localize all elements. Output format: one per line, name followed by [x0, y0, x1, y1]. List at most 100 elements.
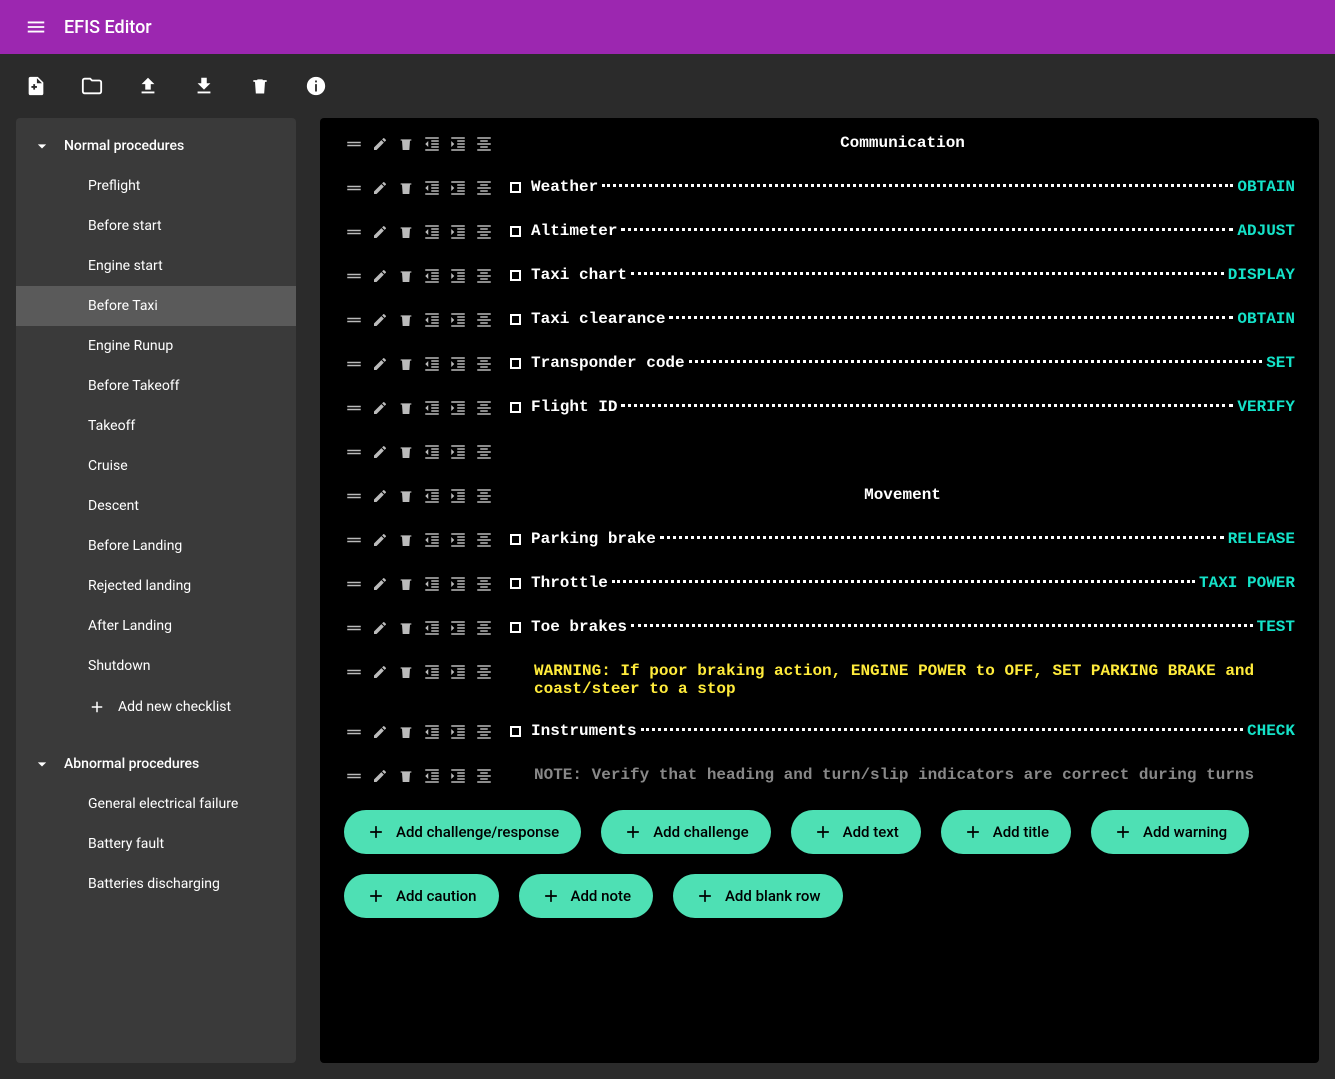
edit-button[interactable] — [370, 722, 390, 742]
row-delete-button[interactable] — [396, 222, 416, 242]
indent-button[interactable] — [448, 134, 468, 154]
center-button[interactable] — [474, 222, 494, 242]
outdent-button[interactable] — [422, 134, 442, 154]
indent-button[interactable] — [448, 662, 468, 682]
menu-button[interactable] — [16, 7, 56, 47]
edit-button[interactable] — [370, 134, 390, 154]
indent-button[interactable] — [448, 766, 468, 786]
center-button[interactable] — [474, 722, 494, 742]
row-delete-button[interactable] — [396, 618, 416, 638]
center-button[interactable] — [474, 134, 494, 154]
center-button[interactable] — [474, 574, 494, 594]
sidebar-item[interactable]: Preflight — [16, 166, 296, 206]
sidebar-item[interactable]: Engine Runup — [16, 326, 296, 366]
center-button[interactable] — [474, 442, 494, 462]
indent-button[interactable] — [448, 574, 468, 594]
outdent-button[interactable] — [422, 354, 442, 374]
sidebar-item[interactable]: Before Takeoff — [16, 366, 296, 406]
edit-button[interactable] — [370, 266, 390, 286]
drag-handle[interactable] — [344, 766, 364, 786]
outdent-button[interactable] — [422, 722, 442, 742]
indent-button[interactable] — [448, 222, 468, 242]
add-button[interactable]: Add blank row — [673, 874, 843, 918]
sidebar-item[interactable]: Rejected landing — [16, 566, 296, 606]
indent-button[interactable] — [448, 398, 468, 418]
indent-button[interactable] — [448, 722, 468, 742]
row-delete-button[interactable] — [396, 486, 416, 506]
row-delete-button[interactable] — [396, 442, 416, 462]
outdent-button[interactable] — [422, 310, 442, 330]
checkbox[interactable] — [510, 182, 521, 193]
center-button[interactable] — [474, 662, 494, 682]
center-button[interactable] — [474, 530, 494, 550]
add-checklist-button[interactable]: Add new checklist — [16, 686, 296, 728]
outdent-button[interactable] — [422, 398, 442, 418]
row-delete-button[interactable] — [396, 574, 416, 594]
row-delete-button[interactable] — [396, 354, 416, 374]
drag-handle[interactable] — [344, 722, 364, 742]
sidebar-item[interactable]: Before start — [16, 206, 296, 246]
sidebar-item[interactable]: Before Landing — [16, 526, 296, 566]
drag-handle[interactable] — [344, 530, 364, 550]
outdent-button[interactable] — [422, 618, 442, 638]
center-button[interactable] — [474, 618, 494, 638]
row-delete-button[interactable] — [396, 398, 416, 418]
edit-button[interactable] — [370, 766, 390, 786]
drag-handle[interactable] — [344, 574, 364, 594]
sidebar-item[interactable]: Descent — [16, 486, 296, 526]
outdent-button[interactable] — [422, 442, 442, 462]
row-delete-button[interactable] — [396, 266, 416, 286]
indent-button[interactable] — [448, 486, 468, 506]
outdent-button[interactable] — [422, 530, 442, 550]
center-button[interactable] — [474, 766, 494, 786]
drag-handle[interactable] — [344, 662, 364, 682]
checkbox[interactable] — [510, 314, 521, 325]
edit-button[interactable] — [370, 662, 390, 682]
center-button[interactable] — [474, 486, 494, 506]
edit-button[interactable] — [370, 530, 390, 550]
row-delete-button[interactable] — [396, 530, 416, 550]
edit-button[interactable] — [370, 442, 390, 462]
outdent-button[interactable] — [422, 766, 442, 786]
drag-handle[interactable] — [344, 398, 364, 418]
sidebar-item[interactable]: Takeoff — [16, 406, 296, 446]
checkbox[interactable] — [510, 402, 521, 413]
drag-handle[interactable] — [344, 178, 364, 198]
checkbox[interactable] — [510, 358, 521, 369]
row-delete-button[interactable] — [396, 722, 416, 742]
edit-button[interactable] — [370, 618, 390, 638]
add-button[interactable]: Add warning — [1091, 810, 1249, 854]
upload-button[interactable] — [136, 74, 160, 98]
add-button[interactable]: Add text — [791, 810, 921, 854]
edit-button[interactable] — [370, 310, 390, 330]
edit-button[interactable] — [370, 178, 390, 198]
sidebar-item[interactable]: Engine start — [16, 246, 296, 286]
sidebar-item[interactable]: Before Taxi — [16, 286, 296, 326]
edit-button[interactable] — [370, 486, 390, 506]
indent-button[interactable] — [448, 178, 468, 198]
checkbox[interactable] — [510, 226, 521, 237]
row-delete-button[interactable] — [396, 134, 416, 154]
sidebar-item[interactable]: Shutdown — [16, 646, 296, 686]
drag-handle[interactable] — [344, 442, 364, 462]
checkbox[interactable] — [510, 622, 521, 633]
add-button[interactable]: Add challenge — [601, 810, 770, 854]
edit-button[interactable] — [370, 354, 390, 374]
checkbox[interactable] — [510, 270, 521, 281]
checkbox[interactable] — [510, 534, 521, 545]
add-button[interactable]: Add caution — [344, 874, 499, 918]
drag-handle[interactable] — [344, 486, 364, 506]
drag-handle[interactable] — [344, 266, 364, 286]
sidebar-item[interactable]: Battery fault — [16, 824, 296, 864]
center-button[interactable] — [474, 178, 494, 198]
delete-button[interactable] — [248, 74, 272, 98]
center-button[interactable] — [474, 398, 494, 418]
tree-group-header[interactable]: Abnormal procedures — [16, 744, 296, 784]
sidebar-item[interactable]: Cruise — [16, 446, 296, 486]
checkbox[interactable] — [510, 726, 521, 737]
row-delete-button[interactable] — [396, 310, 416, 330]
outdent-button[interactable] — [422, 574, 442, 594]
add-button[interactable]: Add challenge/response — [344, 810, 581, 854]
outdent-button[interactable] — [422, 178, 442, 198]
center-button[interactable] — [474, 310, 494, 330]
